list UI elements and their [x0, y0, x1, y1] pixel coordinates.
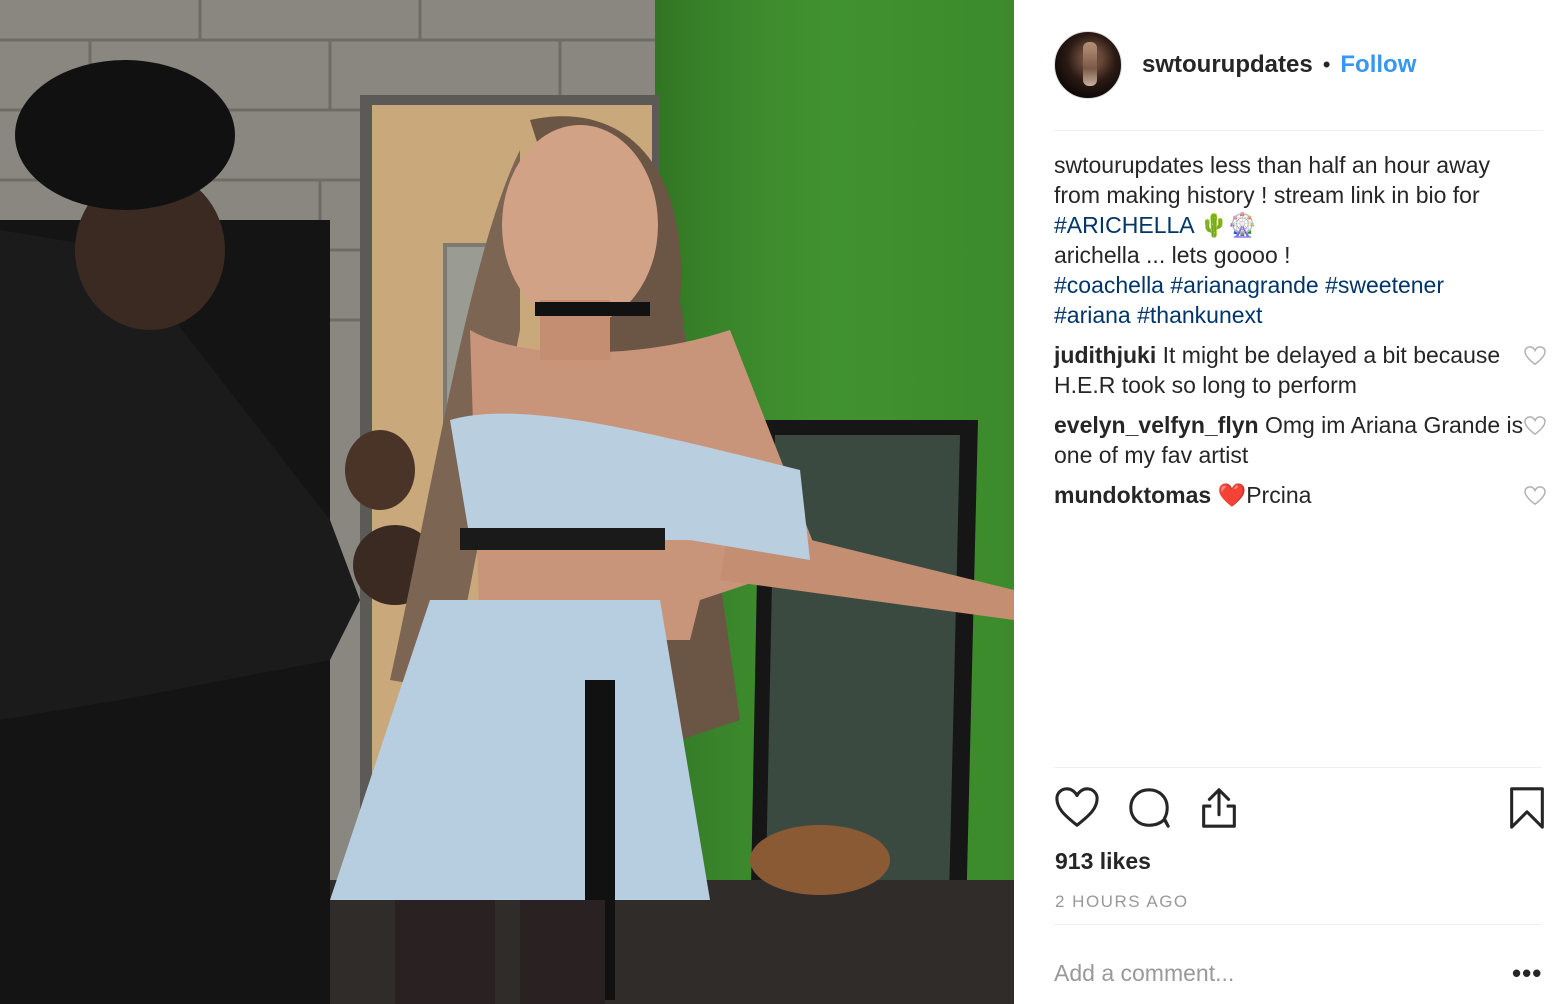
caption: swtourupdates less than half an hour awa…: [1054, 150, 1524, 330]
heart-small-icon[interactable]: [1524, 346, 1546, 366]
comment-item: evelyn_velfyn_flyn Omg im Ariana Grande …: [1054, 410, 1546, 470]
comment-item: mundoktomas ❤️Prcina: [1054, 480, 1546, 510]
comments-section: swtourupdates less than half an hour awa…: [1054, 150, 1546, 520]
caption-emoji: 🌵🎡: [1193, 212, 1258, 238]
photo-illustration: [0, 0, 1014, 1004]
comment-username[interactable]: judithjuki: [1054, 342, 1156, 368]
hashtag-thankunext[interactable]: #thankunext: [1137, 302, 1262, 328]
author-username[interactable]: swtourupdates: [1142, 51, 1313, 79]
hashtag-arichella[interactable]: #ARICHELLA: [1054, 212, 1193, 238]
author-avatar[interactable]: [1054, 31, 1122, 99]
action-bar: [1054, 785, 1544, 833]
add-comment-input[interactable]: [1054, 958, 1474, 988]
hashtag-coachella[interactable]: #coachella: [1054, 272, 1164, 298]
share-icon[interactable]: [1196, 785, 1242, 831]
comment-divider: [1054, 924, 1542, 925]
actions-divider: [1054, 767, 1542, 768]
instagram-post: swtourupdates • Follow swtourupdates les…: [0, 0, 1563, 1004]
bookmark-icon[interactable]: [1504, 785, 1550, 831]
heart-small-icon[interactable]: [1524, 486, 1546, 506]
follow-button[interactable]: Follow: [1340, 51, 1416, 79]
hashtag-arianagrande[interactable]: #arianagrande: [1170, 272, 1318, 298]
hashtag-ariana[interactable]: #ariana: [1054, 302, 1131, 328]
comment-username[interactable]: mundoktomas: [1054, 482, 1211, 508]
more-options-button[interactable]: •••: [1512, 958, 1542, 989]
comment-text: ❤️Prcina: [1211, 482, 1312, 508]
comment-username[interactable]: evelyn_velfyn_flyn: [1054, 412, 1259, 438]
post-photo[interactable]: [0, 0, 1014, 1004]
heart-icon[interactable]: [1054, 785, 1100, 831]
likes-count[interactable]: 913 likes: [1055, 848, 1151, 875]
heart-small-icon[interactable]: [1524, 416, 1546, 436]
header-divider: [1054, 130, 1542, 131]
post-sidebar: swtourupdates • Follow swtourupdates les…: [1014, 0, 1563, 1004]
hashtag-sweetener[interactable]: #sweetener: [1325, 272, 1444, 298]
post-timestamp[interactable]: 2 HOURS AGO: [1055, 892, 1189, 912]
caption-username[interactable]: swtourupdates: [1054, 152, 1204, 178]
caption-line2: arichella ... lets goooo !: [1054, 242, 1291, 268]
comment-icon[interactable]: [1126, 785, 1172, 831]
post-header: swtourupdates • Follow: [1054, 30, 1542, 100]
comment-item: judithjuki It might be delayed a bit bec…: [1054, 340, 1546, 400]
separator-dot: •: [1322, 52, 1331, 77]
